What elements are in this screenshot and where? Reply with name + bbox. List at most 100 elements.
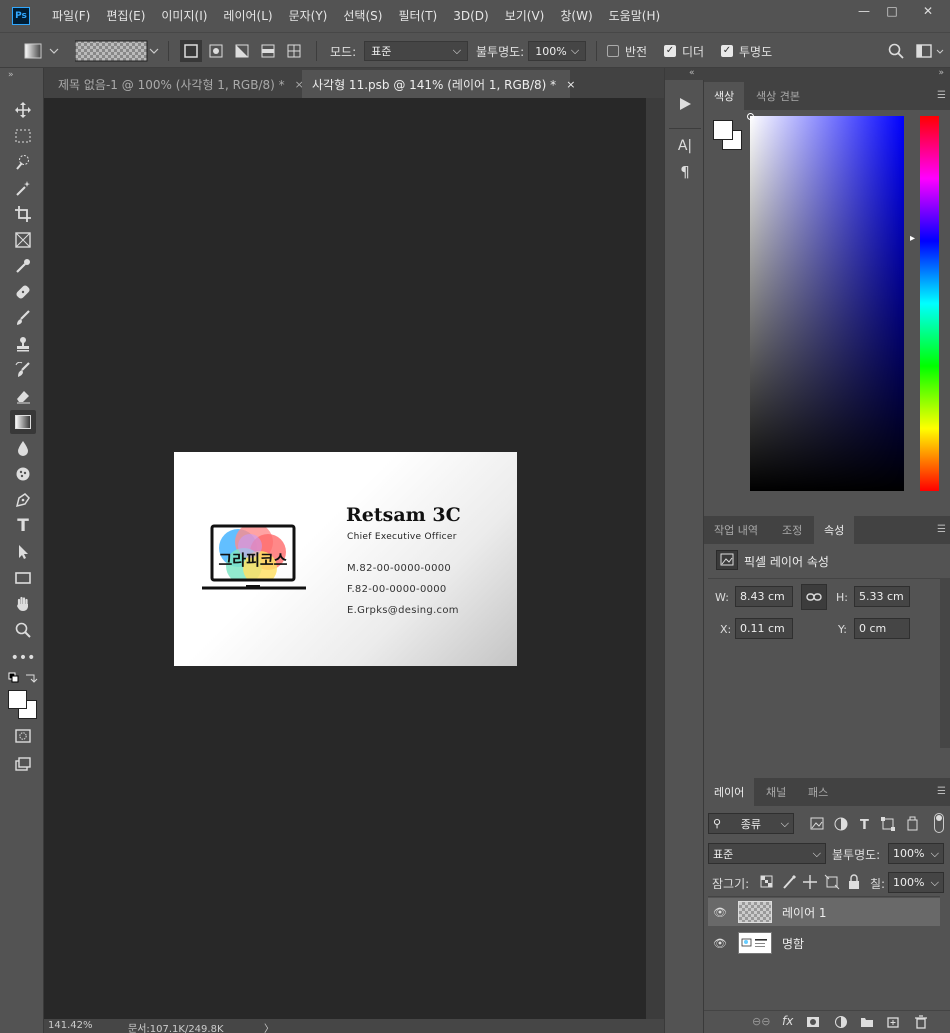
history-brush-tool-icon[interactable] bbox=[10, 358, 36, 382]
menu-help[interactable]: 도움말(H) bbox=[601, 0, 669, 32]
menu-3d[interactable]: 3D(D) bbox=[445, 0, 496, 32]
gradient-tool-icon[interactable] bbox=[10, 410, 36, 434]
crop-tool-icon[interactable] bbox=[10, 202, 36, 226]
tab-rectangle-11[interactable]: 사각형 11.psb @ 141% (레이어 1, RGB/8) * × bbox=[302, 70, 575, 98]
tab-paths[interactable]: 패스 bbox=[798, 778, 838, 806]
menu-window[interactable]: 창(W) bbox=[552, 0, 600, 32]
eraser-tool-icon[interactable] bbox=[10, 384, 36, 408]
business-card-canvas[interactable]: 그라피코스 Retsam 3C Chief Executive Officer … bbox=[174, 452, 517, 666]
default-colors-icon[interactable] bbox=[8, 672, 38, 689]
restore-button[interactable]: □ bbox=[874, 0, 910, 22]
zoom-tool-icon[interactable] bbox=[10, 618, 36, 642]
magic-wand-tool-icon[interactable] bbox=[10, 176, 36, 200]
color-picker-marker[interactable] bbox=[747, 113, 754, 120]
filter-smart-object-icon[interactable] bbox=[904, 815, 922, 833]
lock-position-icon[interactable] bbox=[804, 874, 820, 890]
tab-history[interactable]: 작업 내역 bbox=[704, 516, 768, 544]
menu-type[interactable]: 문자(Y) bbox=[281, 0, 336, 32]
dither-checkbox[interactable]: ✓ 디더 bbox=[664, 33, 704, 69]
menu-filter[interactable]: 필터(T) bbox=[390, 0, 445, 32]
layer-opacity-field[interactable]: 100% ⌵ bbox=[888, 843, 944, 864]
lock-transparent-pixels-icon[interactable] bbox=[760, 874, 776, 890]
visibility-eye-icon[interactable]: 👁 bbox=[708, 906, 732, 919]
width-field[interactable]: 8.43 cm bbox=[735, 586, 793, 607]
actions-play-icon[interactable] bbox=[673, 92, 697, 116]
sponge-tool-icon[interactable] bbox=[10, 462, 36, 486]
height-field[interactable]: 5.33 cm bbox=[854, 586, 910, 607]
lock-artboard-icon[interactable] bbox=[826, 874, 842, 890]
quick-mask-icon[interactable] bbox=[10, 724, 36, 748]
eyedropper-tool-icon[interactable] bbox=[10, 254, 36, 278]
radial-gradient-button[interactable] bbox=[206, 40, 228, 62]
filter-shape-icon[interactable] bbox=[880, 815, 898, 833]
panel-menu-icon[interactable]: ☰ bbox=[937, 524, 946, 535]
reflected-gradient-button[interactable] bbox=[258, 40, 280, 62]
frame-tool-icon[interactable] bbox=[10, 228, 36, 252]
delete-layer-icon[interactable] bbox=[914, 1015, 928, 1029]
menu-layer[interactable]: 레이어(L) bbox=[215, 0, 280, 32]
fill-field[interactable]: 100% ⌵ bbox=[888, 872, 944, 893]
vertical-scrollbar[interactable] bbox=[646, 98, 664, 1019]
y-field[interactable]: 0 cm bbox=[854, 618, 910, 639]
pen-tool-icon[interactable] bbox=[10, 488, 36, 512]
blend-mode-select[interactable]: 표준 ⌵ bbox=[708, 843, 826, 864]
foreground-color-swatch[interactable] bbox=[8, 690, 27, 709]
close-window-button[interactable]: ✕ bbox=[910, 0, 946, 22]
layer-filter-select[interactable]: ⚲ 종류 ⌵ bbox=[708, 813, 794, 834]
color-panel-swatches[interactable] bbox=[712, 118, 746, 150]
close-icon[interactable]: × bbox=[566, 78, 575, 91]
filter-pixel-icon[interactable] bbox=[808, 815, 826, 833]
tab-properties[interactable]: 속성 bbox=[814, 516, 855, 544]
menu-select[interactable]: 선택(S) bbox=[335, 0, 390, 32]
lock-image-pixels-icon[interactable] bbox=[782, 874, 798, 890]
menu-image[interactable]: 이미지(I) bbox=[153, 0, 215, 32]
layer-row-layer-1[interactable]: 👁 레이어 1 bbox=[708, 898, 940, 926]
x-field[interactable]: 0.11 cm bbox=[735, 618, 793, 639]
opacity-field[interactable]: 100% ⌵ bbox=[528, 41, 587, 61]
paragraph-panel-icon[interactable]: ¶ bbox=[673, 160, 697, 184]
reverse-checkbox[interactable]: 반전 bbox=[607, 33, 647, 69]
transparency-checkbox[interactable]: ✓ 투명도 bbox=[721, 33, 772, 69]
screen-mode-icon[interactable] bbox=[10, 752, 36, 776]
tab-channels[interactable]: 채널 bbox=[756, 778, 796, 806]
angle-gradient-button[interactable] bbox=[232, 40, 254, 62]
blur-tool-icon[interactable] bbox=[10, 436, 36, 460]
mode-select[interactable]: 표준 ⌵ bbox=[364, 41, 469, 61]
filter-toggle[interactable] bbox=[934, 813, 944, 833]
tab-adjustments[interactable]: 조정 bbox=[772, 516, 812, 544]
color-swatches[interactable] bbox=[8, 688, 38, 720]
marquee-tool-icon[interactable] bbox=[10, 124, 36, 148]
link-layers-icon[interactable]: ⊖⊖ bbox=[752, 1015, 770, 1028]
foreground-color-swatch[interactable] bbox=[713, 120, 733, 140]
link-dimensions-button[interactable] bbox=[801, 584, 827, 610]
filter-type-icon[interactable] bbox=[856, 815, 874, 833]
adjustment-layer-icon[interactable] bbox=[834, 1015, 848, 1029]
diamond-gradient-button[interactable] bbox=[284, 40, 306, 62]
tab-swatches[interactable]: 색상 견본 bbox=[746, 82, 810, 110]
gradient-picker[interactable] bbox=[75, 33, 161, 69]
gradient-tool-preset[interactable] bbox=[24, 33, 60, 69]
character-panel-icon[interactable]: A| bbox=[673, 134, 697, 158]
menu-edit[interactable]: 편집(E) bbox=[98, 0, 153, 32]
visibility-eye-icon[interactable]: 👁 bbox=[708, 937, 732, 950]
zoom-level[interactable]: 141.42% bbox=[48, 1020, 93, 1031]
more-tools-icon[interactable]: ••• bbox=[10, 646, 36, 670]
healing-brush-tool-icon[interactable] bbox=[10, 280, 36, 304]
search-button[interactable] bbox=[888, 33, 904, 69]
rectangle-tool-icon[interactable] bbox=[10, 566, 36, 590]
clone-stamp-tool-icon[interactable] bbox=[10, 332, 36, 356]
hue-slider-handle[interactable]: ▸ bbox=[910, 233, 915, 244]
layer-row-business-card[interactable]: 👁 명함 bbox=[708, 929, 940, 957]
new-layer-icon[interactable] bbox=[886, 1015, 900, 1029]
tab-untitled-1[interactable]: 제목 없음-1 @ 100% (사각형 1, RGB/8) * × bbox=[48, 70, 304, 98]
panel-menu-icon[interactable]: ☰ bbox=[937, 90, 946, 101]
lock-all-icon[interactable] bbox=[848, 874, 864, 890]
hue-slider[interactable] bbox=[920, 116, 939, 491]
menu-view[interactable]: 보기(V) bbox=[497, 0, 553, 32]
hand-tool-icon[interactable] bbox=[10, 592, 36, 616]
menu-file[interactable]: 파일(F) bbox=[44, 0, 98, 32]
move-tool-icon[interactable] bbox=[10, 98, 36, 122]
tab-layers[interactable]: 레이어 bbox=[704, 778, 755, 806]
quick-select-tool-icon[interactable] bbox=[10, 150, 36, 174]
filter-adjustment-icon[interactable] bbox=[832, 815, 850, 833]
